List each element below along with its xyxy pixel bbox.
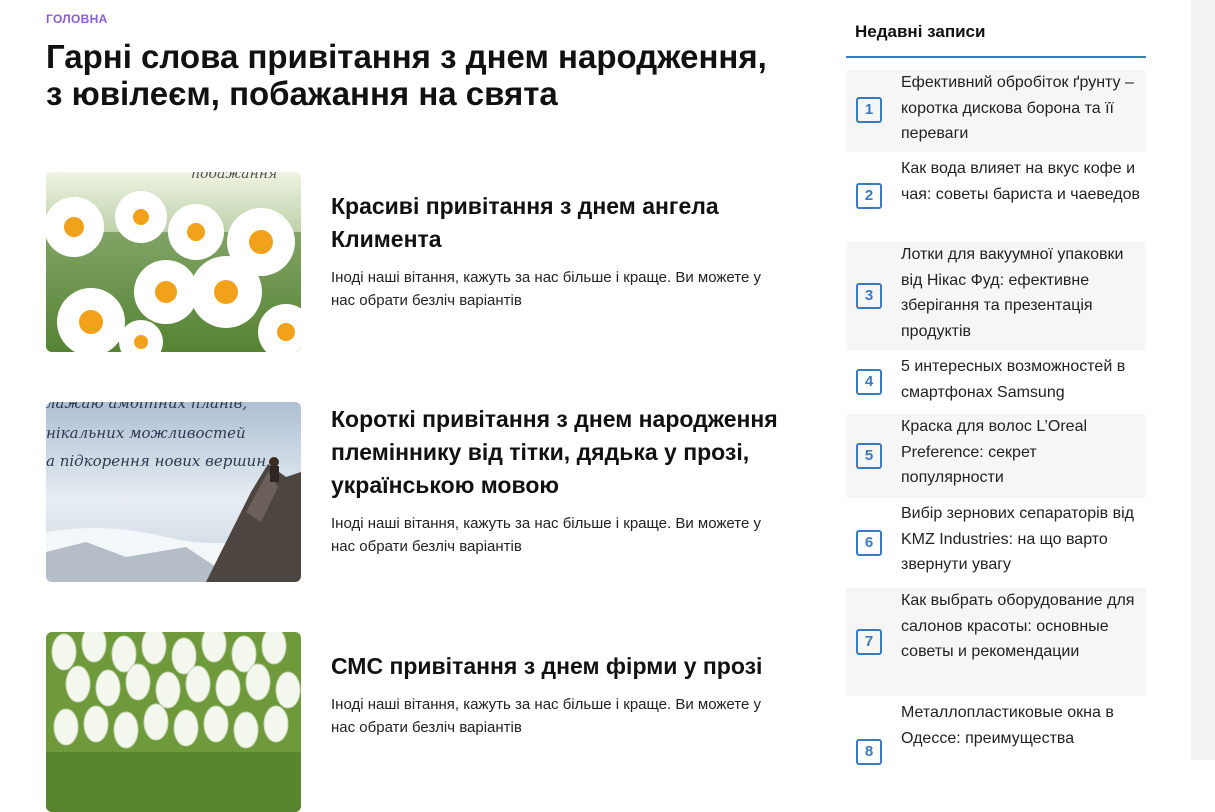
- post-body: Короткі привітання з днем народження пле…: [331, 403, 781, 558]
- page-title: Гарні слова привітання з днем народження…: [46, 38, 767, 112]
- recent-post-number: 4: [856, 369, 882, 395]
- post-title-link[interactable]: СМС привітання з днем фірми у прозі: [331, 650, 781, 683]
- post-thumbnail-mountain[interactable]: лажаю амбітних планів, нікальних можливо…: [46, 402, 301, 582]
- recent-post-item[interactable]: 5 Краска для волос L’Oreal Preference: с…: [846, 414, 1146, 498]
- thumb-line: лажаю амбітних планів,: [46, 402, 247, 412]
- post-excerpt: Іноді наші вітання, кажуть за нас більше…: [331, 696, 761, 736]
- post-excerpt: Іноді наші вітання, кажуть за нас більше…: [331, 515, 761, 555]
- recent-post-title: Вибір зернових сепараторів від KMZ Indus…: [901, 505, 1134, 573]
- post-card: лажаю амбітних планів, нікальних можливо…: [46, 402, 786, 582]
- recent-post-item[interactable]: 7 Как выбрать оборудование для салонов к…: [846, 588, 1146, 696]
- recent-post-number: 1: [856, 97, 882, 123]
- recent-post-number: 2: [856, 183, 882, 209]
- recent-post-number: 3: [856, 283, 882, 309]
- thumb-line: а підкорення нових вершин: [46, 452, 266, 470]
- recent-post-title: Лотки для вакуумної упаковки від Нікас Ф…: [901, 246, 1124, 340]
- white-tulips-image: [46, 632, 301, 812]
- recent-post-number: 5: [856, 443, 882, 469]
- breadcrumb-home-link[interactable]: ГОЛОВНА: [46, 12, 108, 26]
- recent-post-title: Металлопластиковые окна в Одессе: преиму…: [901, 704, 1114, 747]
- recent-post-title: 5 интересных возможностей в смартфонах S…: [901, 358, 1126, 401]
- post-excerpt: Іноді наші вітання, кажуть за нас більше…: [331, 269, 761, 309]
- recent-post-title: Краска для волос L’Oreal Preference: сек…: [901, 418, 1088, 486]
- post-card: побажання Красиві привітання з днем анге…: [46, 172, 786, 352]
- recent-post-title: Как выбрать оборудование для салонов кра…: [901, 592, 1135, 660]
- page-scroll-strip: [1191, 0, 1215, 760]
- post-title-link[interactable]: Красиві привітання з днем ангела Климент…: [331, 190, 781, 256]
- post-thumbnail-daisies[interactable]: побажання: [46, 172, 301, 352]
- recent-post-number: 6: [856, 530, 882, 556]
- sidebar-divider: [846, 56, 1146, 58]
- recent-post-item[interactable]: 8 Металлопластиковые окна в Одессе: преи…: [846, 700, 1146, 765]
- post-body: Красиві привітання з днем ангела Климент…: [331, 190, 781, 312]
- daisies-image: побажання: [46, 172, 301, 352]
- recent-post-item[interactable]: 4 5 интересных возможностей в смартфонах…: [846, 354, 1146, 410]
- recent-post-item[interactable]: 3 Лотки для вакуумної упаковки від Нікас…: [846, 242, 1146, 350]
- recent-post-item[interactable]: 1 Ефективний обробіток ґрунту – коротка …: [846, 70, 1146, 152]
- post-body: СМС привітання з днем фірми у прозі Інод…: [331, 650, 781, 739]
- recent-post-number: 8: [856, 739, 882, 765]
- recent-post-item[interactable]: 6 Вибір зернових сепараторів від KMZ Ind…: [846, 501, 1146, 583]
- recent-post-title: Ефективний обробіток ґрунту – коротка ди…: [901, 74, 1134, 142]
- recent-post-title: Как вода влияет на вкус кофе и чая: сове…: [901, 160, 1140, 203]
- thumb-caption: побажання: [191, 172, 277, 182]
- recent-post-item[interactable]: 2 Как вода влияет на вкус кофе и чая: со…: [846, 156, 1146, 236]
- recent-post-number: 7: [856, 629, 882, 655]
- post-card: СМС привітання з днем фірми у прозі Інод…: [46, 632, 786, 812]
- mountain-climber-image: лажаю амбітних планів, нікальних можливо…: [46, 402, 301, 582]
- post-thumbnail-tulips[interactable]: [46, 632, 301, 812]
- post-title-link[interactable]: Короткі привітання з днем народження пле…: [331, 403, 781, 502]
- thumb-line: нікальних можливостей: [46, 424, 246, 442]
- sidebar-heading: Недавні записи: [855, 22, 986, 41]
